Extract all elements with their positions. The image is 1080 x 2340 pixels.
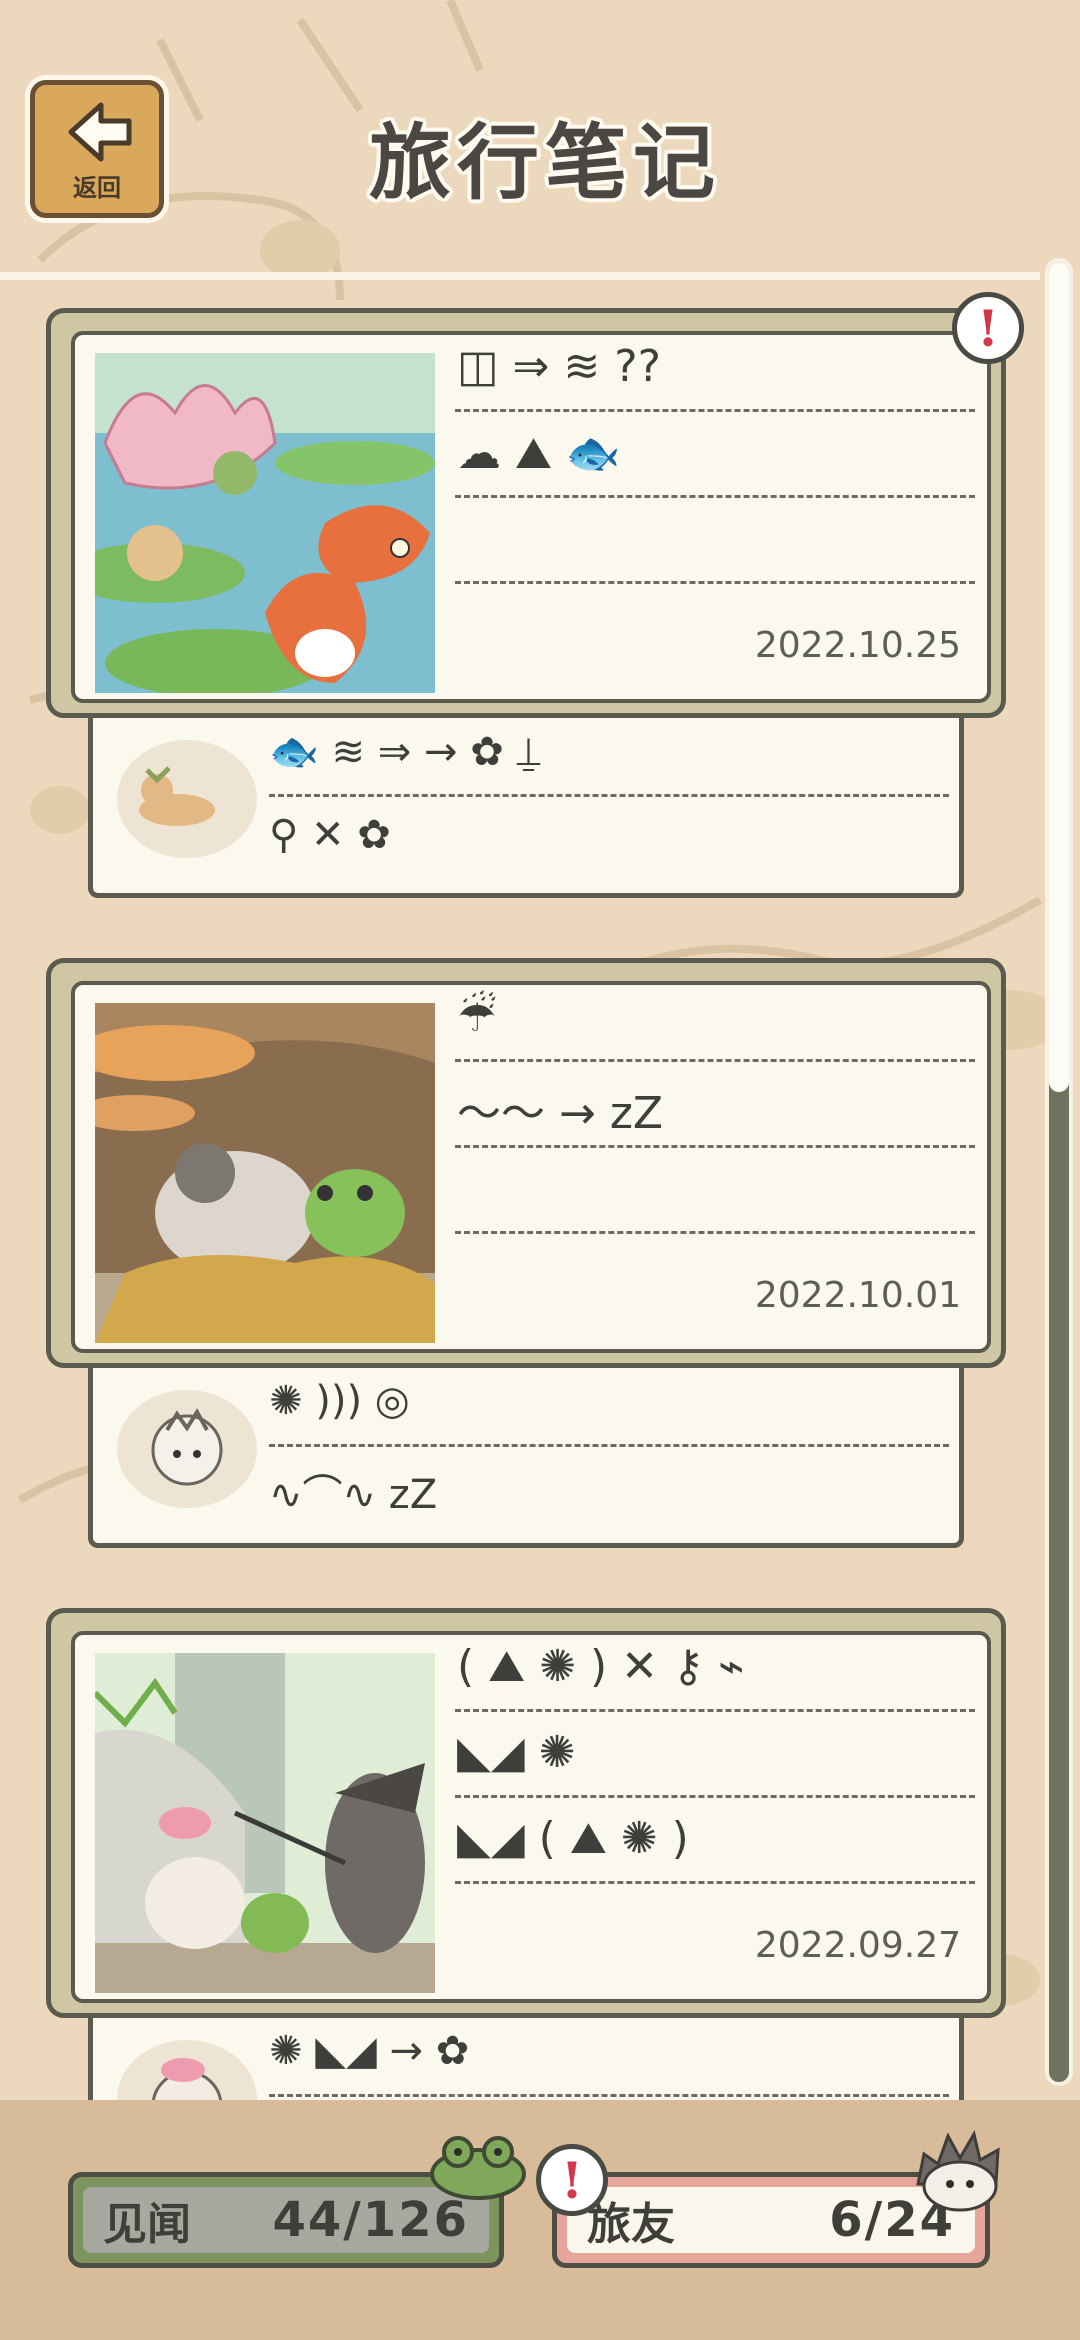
- note-line: [455, 1795, 975, 1798]
- sub-line-text: ⚲ ✕ ✿: [269, 812, 391, 858]
- note-date: 2022.10.25: [754, 625, 961, 666]
- note-line: [455, 409, 975, 412]
- note-card-inner: ☔ 〜〜 → zZ 2022.10.01: [71, 981, 991, 1353]
- traveler-avatar-icon: [117, 740, 257, 858]
- note-line: [455, 495, 975, 498]
- note-line: [455, 581, 975, 584]
- new-alert-icon: !: [952, 292, 1024, 364]
- note-line: [455, 1145, 975, 1148]
- notes-list[interactable]: ◫ ⇒ ≋ ?? ☁ ⛰ 🐟 2022.10.25 🐟 ≋ ⇒ → ✿ ⍊ ⚲ …: [0, 286, 1040, 2106]
- note-line: [455, 1881, 975, 1884]
- note-sub-card[interactable]: ✺ ◣◢ → ✿: [88, 2018, 964, 2106]
- back-button[interactable]: 返回: [30, 80, 164, 218]
- sub-line: [269, 1444, 949, 1447]
- note-line-text: ☔: [457, 991, 497, 1042]
- note-sub-card[interactable]: ✺ ))) ◎ ∿⌒∿ zZ: [88, 1368, 964, 1548]
- back-arrow-icon: [68, 102, 132, 162]
- sub-line-text: 🐟 ≋ ⇒ → ✿ ⍊: [269, 729, 541, 775]
- traveler-avatar-icon: [117, 1390, 257, 1508]
- note-line-text: ◣◢ ( ⛰ ✺ ): [457, 1813, 689, 1864]
- discoveries-value: 44/126: [272, 2192, 469, 2248]
- note-date: 2022.09.27: [754, 1925, 961, 1966]
- note-line-text: ◫ ⇒ ≋ ??: [457, 341, 661, 392]
- traveler-avatar-icon: [117, 2040, 257, 2106]
- scrollbar[interactable]: [1045, 258, 1073, 2086]
- note-photo[interactable]: [95, 1653, 435, 1993]
- note-card[interactable]: ☔ 〜〜 → zZ 2022.10.01: [46, 958, 1006, 1368]
- sub-line: [269, 794, 949, 797]
- hedgehog-icon: [916, 2129, 1000, 2212]
- note-line-text: 〜〜 → zZ: [457, 1088, 664, 1139]
- new-alert-icon: !: [536, 2144, 608, 2216]
- sub-line-text: ✺ ))) ◎: [269, 1378, 410, 1424]
- note-card-inner: ◫ ⇒ ≋ ?? ☁ ⛰ 🐟 2022.10.25: [71, 331, 991, 703]
- note-line-text: ◣◢ ✺: [457, 1727, 576, 1778]
- sub-line-text: ✺ ◣◢ → ✿: [269, 2028, 470, 2074]
- note-line-text: ( ⛰ ✺ ) ✕ ⚷ ⌁: [457, 1641, 745, 1692]
- note-card[interactable]: ◫ ⇒ ≋ ?? ☁ ⛰ 🐟 2022.10.25: [46, 308, 1006, 718]
- sub-line: [269, 2094, 949, 2097]
- note-photo[interactable]: [95, 1003, 435, 1343]
- note-line: [455, 1231, 975, 1234]
- note-photo[interactable]: [95, 353, 435, 693]
- note-line-text: ☁ ⛰ 🐟: [457, 428, 621, 479]
- note-sub-card[interactable]: 🐟 ≋ ⇒ → ✿ ⍊ ⚲ ✕ ✿: [88, 718, 964, 898]
- sub-line-text: ∿⌒∿ zZ: [269, 1472, 438, 1518]
- page-title: 旅行笔记: [368, 116, 721, 211]
- note-line: [455, 1709, 975, 1712]
- scrollbar-thumb[interactable]: [1049, 262, 1069, 1092]
- note-card-inner: ( ⛰ ✺ ) ✕ ⚷ ⌁ ◣◢ ✺ ◣◢ ( ⛰ ✺ ) 2022.09.27: [71, 1631, 991, 2003]
- note-line: [455, 1059, 975, 1062]
- frog-icon: [430, 2136, 526, 2200]
- note-date: 2022.10.01: [754, 1275, 961, 1316]
- note-card[interactable]: ( ⛰ ✺ ) ✕ ⚷ ⌁ ◣◢ ✺ ◣◢ ( ⛰ ✺ ) 2022.09.27: [46, 1608, 1006, 2018]
- header-divider: [0, 272, 1040, 280]
- discoveries-label: 见闻: [103, 2199, 191, 2250]
- back-button-label: 返回: [73, 174, 121, 202]
